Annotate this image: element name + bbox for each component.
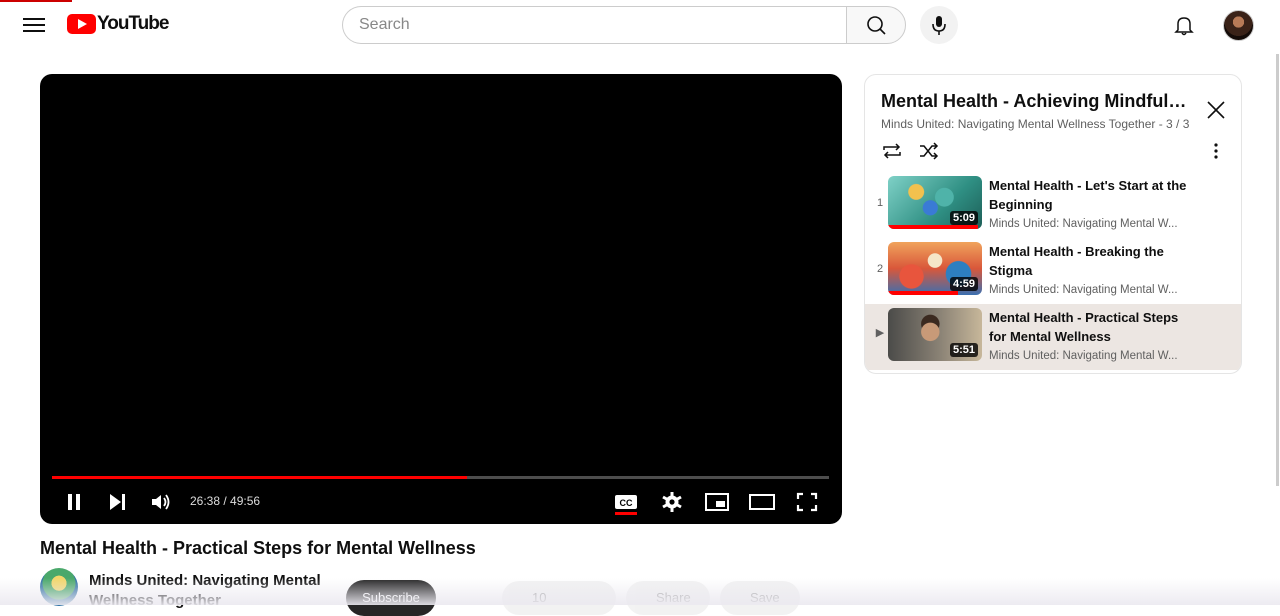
playlist-item-now-playing[interactable]: ▶ 5:51 Mental Health - Practical Steps f… xyxy=(865,304,1241,370)
masthead: YouTube xyxy=(0,0,1280,52)
fullscreen-button[interactable] xyxy=(792,489,822,515)
miniplayer-button[interactable] xyxy=(702,489,732,515)
youtube-logo[interactable]: YouTube xyxy=(67,13,169,35)
playlist-panel: Mental Health - Achieving Mindfuln... Mi… xyxy=(864,74,1242,374)
theater-mode-button[interactable] xyxy=(747,489,777,515)
theater-mode-icon xyxy=(749,494,775,510)
playlist-item-channel: Minds United: Navigating Mental W... xyxy=(989,350,1178,362)
subtitles-button[interactable]: CC xyxy=(611,489,641,515)
playlist-item-title[interactable]: Mental Health - Practical Steps for Ment… xyxy=(989,308,1189,346)
next-button[interactable] xyxy=(103,489,133,515)
play-logo-icon xyxy=(67,14,96,34)
close-icon[interactable] xyxy=(1205,99,1227,121)
shuffle-icon[interactable] xyxy=(917,140,941,162)
playlist-item[interactable]: 1 5:09 Mental Health - Let's Start at th… xyxy=(865,175,1241,241)
miniplayer-icon xyxy=(705,493,729,511)
playlist-item-title[interactable]: Mental Health - Let's Start at the Begin… xyxy=(989,176,1189,214)
video-player[interactable]: 26:38 / 49:56 CC xyxy=(40,74,842,524)
settings-button[interactable] xyxy=(657,489,687,515)
logo-text: YouTube xyxy=(97,13,169,34)
time-display: 26:38 / 49:56 xyxy=(190,494,261,508)
playlist-item-channel: Minds United: Navigating Mental W... xyxy=(989,284,1178,296)
search-input[interactable] xyxy=(343,7,846,43)
svg-text:CC: CC xyxy=(620,498,633,508)
playlist-subtitle: Minds United: Navigating Mental Wellness… xyxy=(881,117,1190,131)
playlist-title[interactable]: Mental Health - Achieving Mindfuln... xyxy=(881,91,1193,112)
search-box[interactable] xyxy=(342,6,846,44)
account-avatar[interactable] xyxy=(1223,10,1254,41)
playlist-item-title[interactable]: Mental Health - Breaking the Stigma xyxy=(989,242,1189,280)
notifications-bell-icon[interactable] xyxy=(1172,13,1196,37)
playlist-item-index: 1 xyxy=(876,197,884,209)
now-playing-icon: ▶ xyxy=(875,327,885,339)
playlist-item-index: 2 xyxy=(876,263,884,275)
video-duration: 5:09 xyxy=(949,211,978,225)
hamburger-menu-icon[interactable] xyxy=(22,14,46,36)
watched-progress xyxy=(888,225,979,229)
bottom-fade-overlay xyxy=(0,578,1280,605)
voice-search-button[interactable] xyxy=(920,6,958,44)
search-icon xyxy=(867,16,886,35)
video-duration: 5:51 xyxy=(949,343,978,357)
video-duration: 4:59 xyxy=(949,277,978,291)
loop-icon[interactable] xyxy=(880,140,904,162)
video-title: Mental Health - Practical Steps for Ment… xyxy=(40,538,476,558)
video-thumbnail[interactable]: 5:51 xyxy=(888,308,982,361)
progress-bar[interactable] xyxy=(52,476,829,479)
video-thumbnail[interactable]: 4:59 xyxy=(888,242,982,295)
video-thumbnail[interactable]: 5:09 xyxy=(888,176,982,229)
microphone-icon xyxy=(932,16,946,35)
fullscreen-icon xyxy=(796,492,818,512)
playlist-item-channel: Minds United: Navigating Mental W... xyxy=(989,218,1178,230)
skip-next-icon xyxy=(110,494,125,510)
page-scrollbar[interactable] xyxy=(1276,54,1279,486)
pause-icon xyxy=(68,494,80,510)
gear-icon xyxy=(662,492,682,512)
watched-progress xyxy=(888,291,958,295)
volume-button[interactable] xyxy=(146,489,176,515)
search-button[interactable] xyxy=(846,6,906,44)
volume-icon xyxy=(152,494,170,510)
more-options-icon[interactable] xyxy=(1208,140,1224,162)
progress-bar-played xyxy=(52,476,467,479)
playlist-item[interactable]: 2 4:59 Mental Health - Breaking the Stig… xyxy=(865,241,1241,307)
pause-button[interactable] xyxy=(60,489,90,515)
closed-captions-icon: CC xyxy=(615,495,637,515)
